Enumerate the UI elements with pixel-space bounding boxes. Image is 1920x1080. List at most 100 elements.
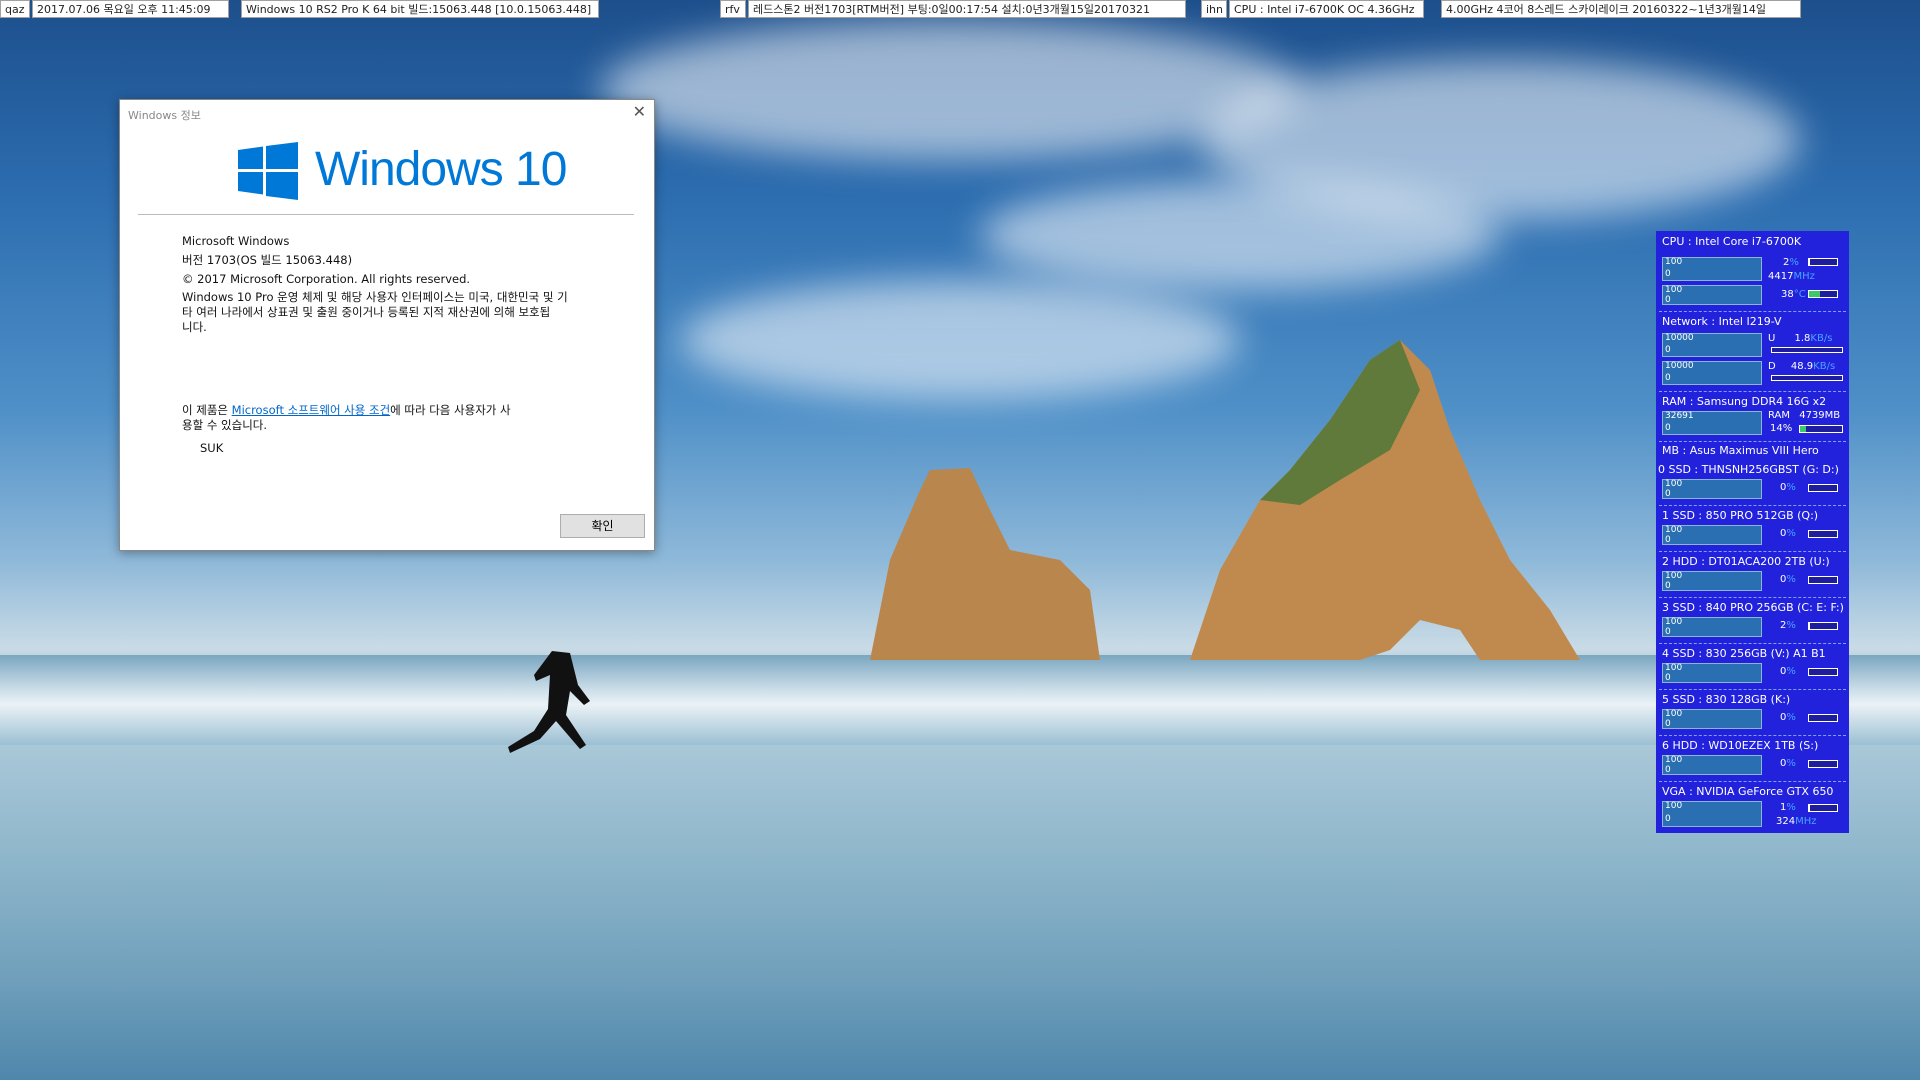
cpu-temp: 38°C (1781, 289, 1806, 300)
download-unit: KB/s (1813, 361, 1836, 372)
product-name: Microsoft Windows (182, 234, 290, 248)
ram-usage-fill (1800, 426, 1806, 432)
cpu-load-bar (1808, 258, 1838, 266)
license-terms-link[interactable]: Microsoft 소프트웨어 사용 조건 (232, 403, 391, 417)
disk-section: 6 HDD : WD10EZEX 1TB (S:) 100 0 0% (1656, 735, 1849, 781)
graph-max: 100 (1665, 479, 1683, 489)
disk-section: 0 SSD : THNSNH256GBST (G: D:) 100 0 0% (1656, 459, 1849, 505)
disk-activity: 0% (1780, 574, 1796, 585)
vga-freq-unit: MHz (1795, 816, 1817, 827)
graph-min: 0 (1665, 489, 1671, 499)
download-label: D (1768, 361, 1776, 372)
disk-title: 5 SSD : 830 128GB (K:) (1662, 693, 1791, 706)
disk-title: 6 HDD : WD10EZEX 1TB (S:) (1662, 739, 1819, 752)
disk-activity: 0% (1780, 666, 1796, 677)
disk-graph: 100 0 (1662, 755, 1762, 775)
network-upload: U 1.8KB/s (1768, 333, 1832, 344)
disk-activity-unit: % (1786, 620, 1796, 631)
rock-arch (870, 340, 1580, 660)
network-down-graph: 10000 0 (1662, 361, 1762, 385)
cpu-load-fill (1809, 259, 1810, 265)
disk-title: 4 SSD : 830 256GB (V:) A1 B1 (1662, 647, 1826, 660)
disk-activity-unit: % (1786, 666, 1796, 677)
disk-title: 1 SSD : 850 PRO 512GB (Q:) (1662, 509, 1819, 522)
disk-activity-bar (1808, 576, 1838, 584)
disk-title: 3 SSD : 840 PRO 256GB (C: E: F:) (1662, 601, 1844, 614)
ram-used: RAM 4739MB (1768, 410, 1840, 421)
graph-min: 0 (1665, 535, 1671, 545)
disk-activity-bar (1808, 622, 1838, 630)
ram-title: RAM : Samsung DDR4 16G x2 (1662, 395, 1827, 408)
graph-max: 100 (1665, 663, 1683, 673)
ram-usage-bar (1799, 425, 1843, 433)
graph-min: 0 (1665, 373, 1671, 383)
cloud (980, 180, 1500, 290)
cpu-freq-value: 4417 (1768, 271, 1794, 282)
disk-section: 3 SSD : 840 PRO 256GB (C: E: F:) 100 0 2% (1656, 597, 1849, 643)
network-upload-bar (1771, 347, 1843, 353)
close-icon[interactable]: ✕ (633, 102, 646, 121)
cpu-freq: 4417MHz (1768, 271, 1815, 282)
vga-section: VGA : NVIDIA GeForce GTX 650 100 0 1% 324… (1656, 781, 1849, 833)
graph-max: 100 (1665, 801, 1683, 811)
graph-min: 0 (1665, 627, 1671, 637)
ok-button[interactable]: 확인 (560, 514, 645, 538)
disk-activity-unit: % (1786, 528, 1796, 539)
disk-graph: 100 0 (1662, 663, 1762, 683)
trademark-line-2: 타 여러 나라에서 상표권 및 출원 중이거나 등록된 지적 재산권에 의해 보… (182, 305, 551, 319)
download-value: 48.9 (1790, 361, 1814, 372)
upload-label: U (1768, 333, 1776, 344)
ram-used-value: 4739MB (1799, 410, 1841, 421)
topbar-label-rfv: rfv (720, 0, 746, 18)
network-download: D 48.9KB/s (1768, 361, 1835, 372)
graph-max: 32691 (1665, 411, 1694, 421)
topbar-label-ihn: ihn (1201, 0, 1227, 18)
license-suffix: 에 따라 다음 사용자가 사 (390, 403, 511, 417)
upload-unit: KB/s (1810, 333, 1833, 344)
cpu-load: 2% (1783, 257, 1799, 268)
disk-activity: 0% (1780, 712, 1796, 723)
cpu-load-unit: % (1789, 257, 1799, 268)
graph-max: 100 (1665, 285, 1683, 295)
cpu-section: CPU : Intel Core i7-6700K 100 0 2% 4417M… (1656, 231, 1849, 311)
disk-activity-unit: % (1786, 482, 1796, 493)
divider (138, 214, 634, 215)
ram-percent: 14% (1770, 423, 1793, 434)
disk-title: 0 SSD : THNSNH256GBST (G: D:) (1658, 463, 1839, 476)
cpu-graph-2: 100 0 (1662, 285, 1762, 305)
vga-graph: 100 0 (1662, 801, 1762, 827)
graph-min: 0 (1665, 814, 1671, 824)
disk-activity: 0% (1780, 482, 1796, 493)
disk-graph: 100 0 (1662, 525, 1762, 545)
topbar-datetime: 2017.07.06 목요일 오후 11:45:09 (32, 0, 229, 18)
disk-title: 2 HDD : DT01ACA200 2TB (U:) (1662, 555, 1830, 568)
graph-max: 100 (1665, 571, 1683, 581)
disk-activity-fill (1809, 623, 1810, 629)
cpu-temp-fill (1809, 291, 1820, 297)
vga-freq-value: 324 (1776, 816, 1796, 827)
graph-min: 0 (1665, 765, 1671, 775)
disk-graph: 100 0 (1662, 479, 1762, 499)
copyright-text: © 2017 Microsoft Corporation. All rights… (182, 272, 471, 286)
graph-max: 100 (1665, 257, 1683, 267)
trademark-line-3: 니다. (182, 320, 207, 334)
cpu-temp-unit: °C (1793, 289, 1806, 300)
disk-activity: 0% (1780, 758, 1796, 769)
motherboard-section: MB : Asus Maximus VIII Hero (1656, 441, 1849, 459)
ram-graph: 32691 0 (1662, 411, 1762, 435)
topbar-label-qaz: qaz (0, 0, 30, 18)
vga-freq: 324MHz (1776, 816, 1817, 827)
cpu-freq-unit: MHz (1793, 271, 1815, 282)
disk-activity: 0% (1780, 528, 1796, 539)
topbar-cpu-detail: 4.00GHz 4코어 8스레드 스카이레이크 20160322~1년3개월14… (1441, 0, 1801, 18)
ram-label: RAM (1768, 410, 1791, 421)
topbar-cpu: CPU : Intel i7-6700K OC 4.36GHz (1229, 0, 1424, 18)
disk-activity-bar (1808, 668, 1838, 676)
cpu-temp-value: 38 (1781, 289, 1794, 300)
disk-graph: 100 0 (1662, 571, 1762, 591)
disk-activity-bar (1808, 714, 1838, 722)
system-monitor-gadget: CPU : Intel Core i7-6700K 100 0 2% 4417M… (1656, 231, 1849, 833)
cpu-graph-1: 100 0 (1662, 257, 1762, 281)
graph-min: 0 (1665, 581, 1671, 591)
disk-activity-bar (1808, 530, 1838, 538)
